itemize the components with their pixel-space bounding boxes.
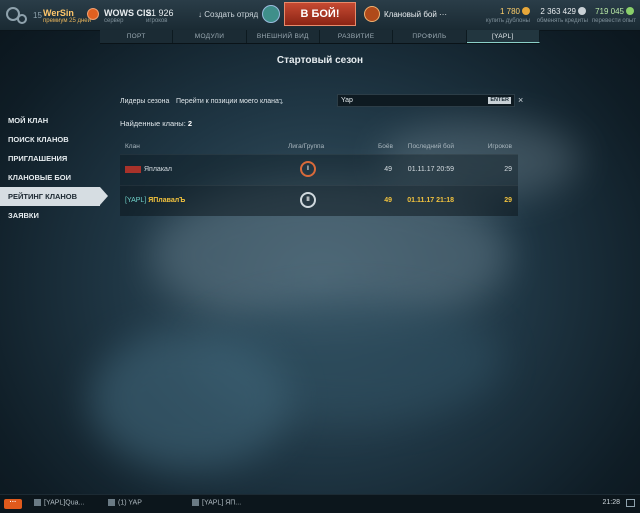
chat-channel-search[interactable]: (1) YAP (108, 499, 142, 506)
chat-channel-icon (34, 499, 41, 506)
clan-cell: Яплакал (125, 155, 172, 185)
battles-cell: 49 (384, 197, 392, 204)
table-row[interactable]: [YAPL] ЯПлавалЪ II 49 01.11.17 21:18 29 (120, 185, 518, 216)
clan-cell: [YAPL] ЯПлавалЪ (125, 186, 185, 216)
server-label: сервер (104, 18, 124, 24)
clan-rating-table: Клан Лига/Группа Боёв Последний бой Игро… (120, 140, 518, 216)
found-clans-count: 2 (187, 119, 193, 128)
clan-battle-mode[interactable]: Клановый бой ··· (384, 10, 447, 19)
chat-bubble-icon (108, 499, 115, 506)
chat-channel-squad[interactable]: [YAPL] ЯП... (192, 499, 241, 506)
header-players[interactable]: Игроков (484, 140, 512, 154)
doubloon-icon (522, 7, 530, 15)
clan-chat-icon (192, 499, 199, 506)
credits-icon (578, 7, 586, 15)
clan-search-box: ENTER (337, 94, 515, 107)
create-squad-button[interactable]: ↓ Создать отряд (198, 10, 258, 19)
sidebar-item-my-clan[interactable]: МОЙ КЛАН (0, 111, 100, 130)
clan-name: Яплакал (144, 166, 173, 173)
username[interactable]: WerSin (43, 8, 74, 18)
doubloons-value[interactable]: 1 780 (488, 7, 520, 16)
last-battle-cell: 01.11.17 20:59 (407, 166, 454, 173)
chat-channel-clan[interactable]: [YAPL]Qua... (34, 499, 84, 506)
sidebar-item-clan-search[interactable]: ПОИСК КЛАНОВ (0, 130, 100, 149)
server-name: WOWS CIS (104, 8, 152, 18)
found-clans-label: Найденные кланы: (120, 119, 186, 128)
tab-modules[interactable]: МОДУЛИ (173, 30, 247, 43)
header-league[interactable]: Лига/Группа (288, 140, 324, 154)
clan-name: ЯПлавалЪ (148, 197, 186, 204)
main-tabs: ПОРТ МОДУЛИ ВНЕШНИЙ ВИД РАЗВИТИЕ ПРОФИЛЬ… (100, 30, 540, 44)
tab-port[interactable]: ПОРТ (100, 30, 174, 43)
tab-appearance[interactable]: ВНЕШНИЙ ВИД (247, 30, 320, 43)
players-cell: 29 (504, 166, 512, 173)
credits-value[interactable]: 2 363 429 (536, 7, 576, 16)
season-title: Стартовый сезон (276, 55, 364, 66)
clan-logo-icon (87, 8, 99, 20)
header-last-battle[interactable]: Последний бой (404, 140, 454, 154)
chat-menu-button[interactable]: ··· (4, 499, 22, 509)
free-xp-icon (626, 7, 634, 15)
battles-cell: 49 (384, 166, 392, 173)
jump-arrow-icon[interactable]: ↴ (277, 97, 284, 106)
clan-tag-badge (125, 165, 141, 173)
clan-battle-icon[interactable] (364, 6, 380, 22)
chat-channel-label: (1) YAP (118, 499, 142, 507)
sidebar-item-clan-battles[interactable]: КЛАНОВЫЕ БОИ (0, 168, 100, 187)
clan-sidebar: МОЙ КЛАН ПОИСК КЛАНОВ ПРИГЛАШЕНИЯ КЛАНОВ… (0, 111, 108, 225)
free-xp-label[interactable]: перевести опыт (588, 18, 636, 24)
league-two-icon: II (300, 192, 316, 208)
chat-channel-label: [YAPL] ЯП... (202, 499, 242, 507)
battle-button[interactable]: В БОЙ! (284, 2, 356, 26)
online-count: 21 926 (146, 8, 174, 18)
credits-label[interactable]: обменять кредиты (532, 18, 588, 24)
table-header: Клан Лига/Группа Боёв Последний бой Игро… (120, 140, 518, 154)
account-level: 15 (33, 11, 42, 20)
free-xp-value[interactable]: 719 045 (590, 7, 624, 16)
season-leaders-link[interactable]: Лидеры сезона (120, 98, 169, 105)
league-one-icon: I (300, 161, 316, 177)
tab-clan[interactable]: [YAPL] (466, 30, 540, 43)
sound-icon[interactable] (626, 499, 635, 507)
sidebar-item-clan-rating[interactable]: РЕЙТИНГ КЛАНОВ (0, 187, 108, 206)
goto-my-clan-link[interactable]: Перейти к позиции моего клана (176, 98, 279, 105)
enter-key-hint: ENTER (488, 97, 511, 104)
plus-arrow-icon: ↓ (198, 10, 202, 19)
clan-tag: [YAPL] (125, 197, 147, 204)
clock: 21:28 (602, 499, 620, 506)
bottom-bar: ··· [YAPL]Qua... (1) YAP [YAPL] ЯП... 21… (0, 494, 640, 513)
sidebar-item-invitations[interactable]: ПРИГЛАШЕНИЯ (0, 149, 100, 168)
found-clans: Найденные кланы: 2 (120, 119, 192, 128)
top-bar: 15 WerSin премиум 25 дней WOWS CIS серве… (0, 0, 640, 31)
players-cell: 29 (504, 197, 512, 204)
create-squad-label: Создать отряд (204, 10, 259, 19)
background-blur (90, 330, 290, 470)
sidebar-item-applications[interactable]: ЗАЯВКИ (0, 206, 100, 225)
tab-profile[interactable]: ПРОФИЛЬ (393, 30, 467, 43)
last-battle-cell: 01.11.17 21:18 (407, 197, 454, 204)
clear-search-icon[interactable]: × (518, 95, 523, 105)
table-row[interactable]: Яплакал I 49 01.11.17 20:59 29 (120, 154, 518, 185)
squad-icon[interactable] (262, 5, 280, 23)
tab-research[interactable]: РАЗВИТИЕ (320, 30, 394, 43)
chat-channel-label: [YAPL]Qua... (44, 499, 85, 507)
premium-status: премиум 25 дней (43, 18, 91, 24)
header-battles[interactable]: Боёв (378, 140, 393, 154)
doubloons-label[interactable]: купить дублоны (480, 18, 530, 24)
clan-search-input[interactable] (341, 95, 481, 106)
online-label: игроков (146, 18, 168, 24)
settings-gear-small-icon (17, 14, 27, 24)
header-clan[interactable]: Клан (125, 140, 140, 154)
